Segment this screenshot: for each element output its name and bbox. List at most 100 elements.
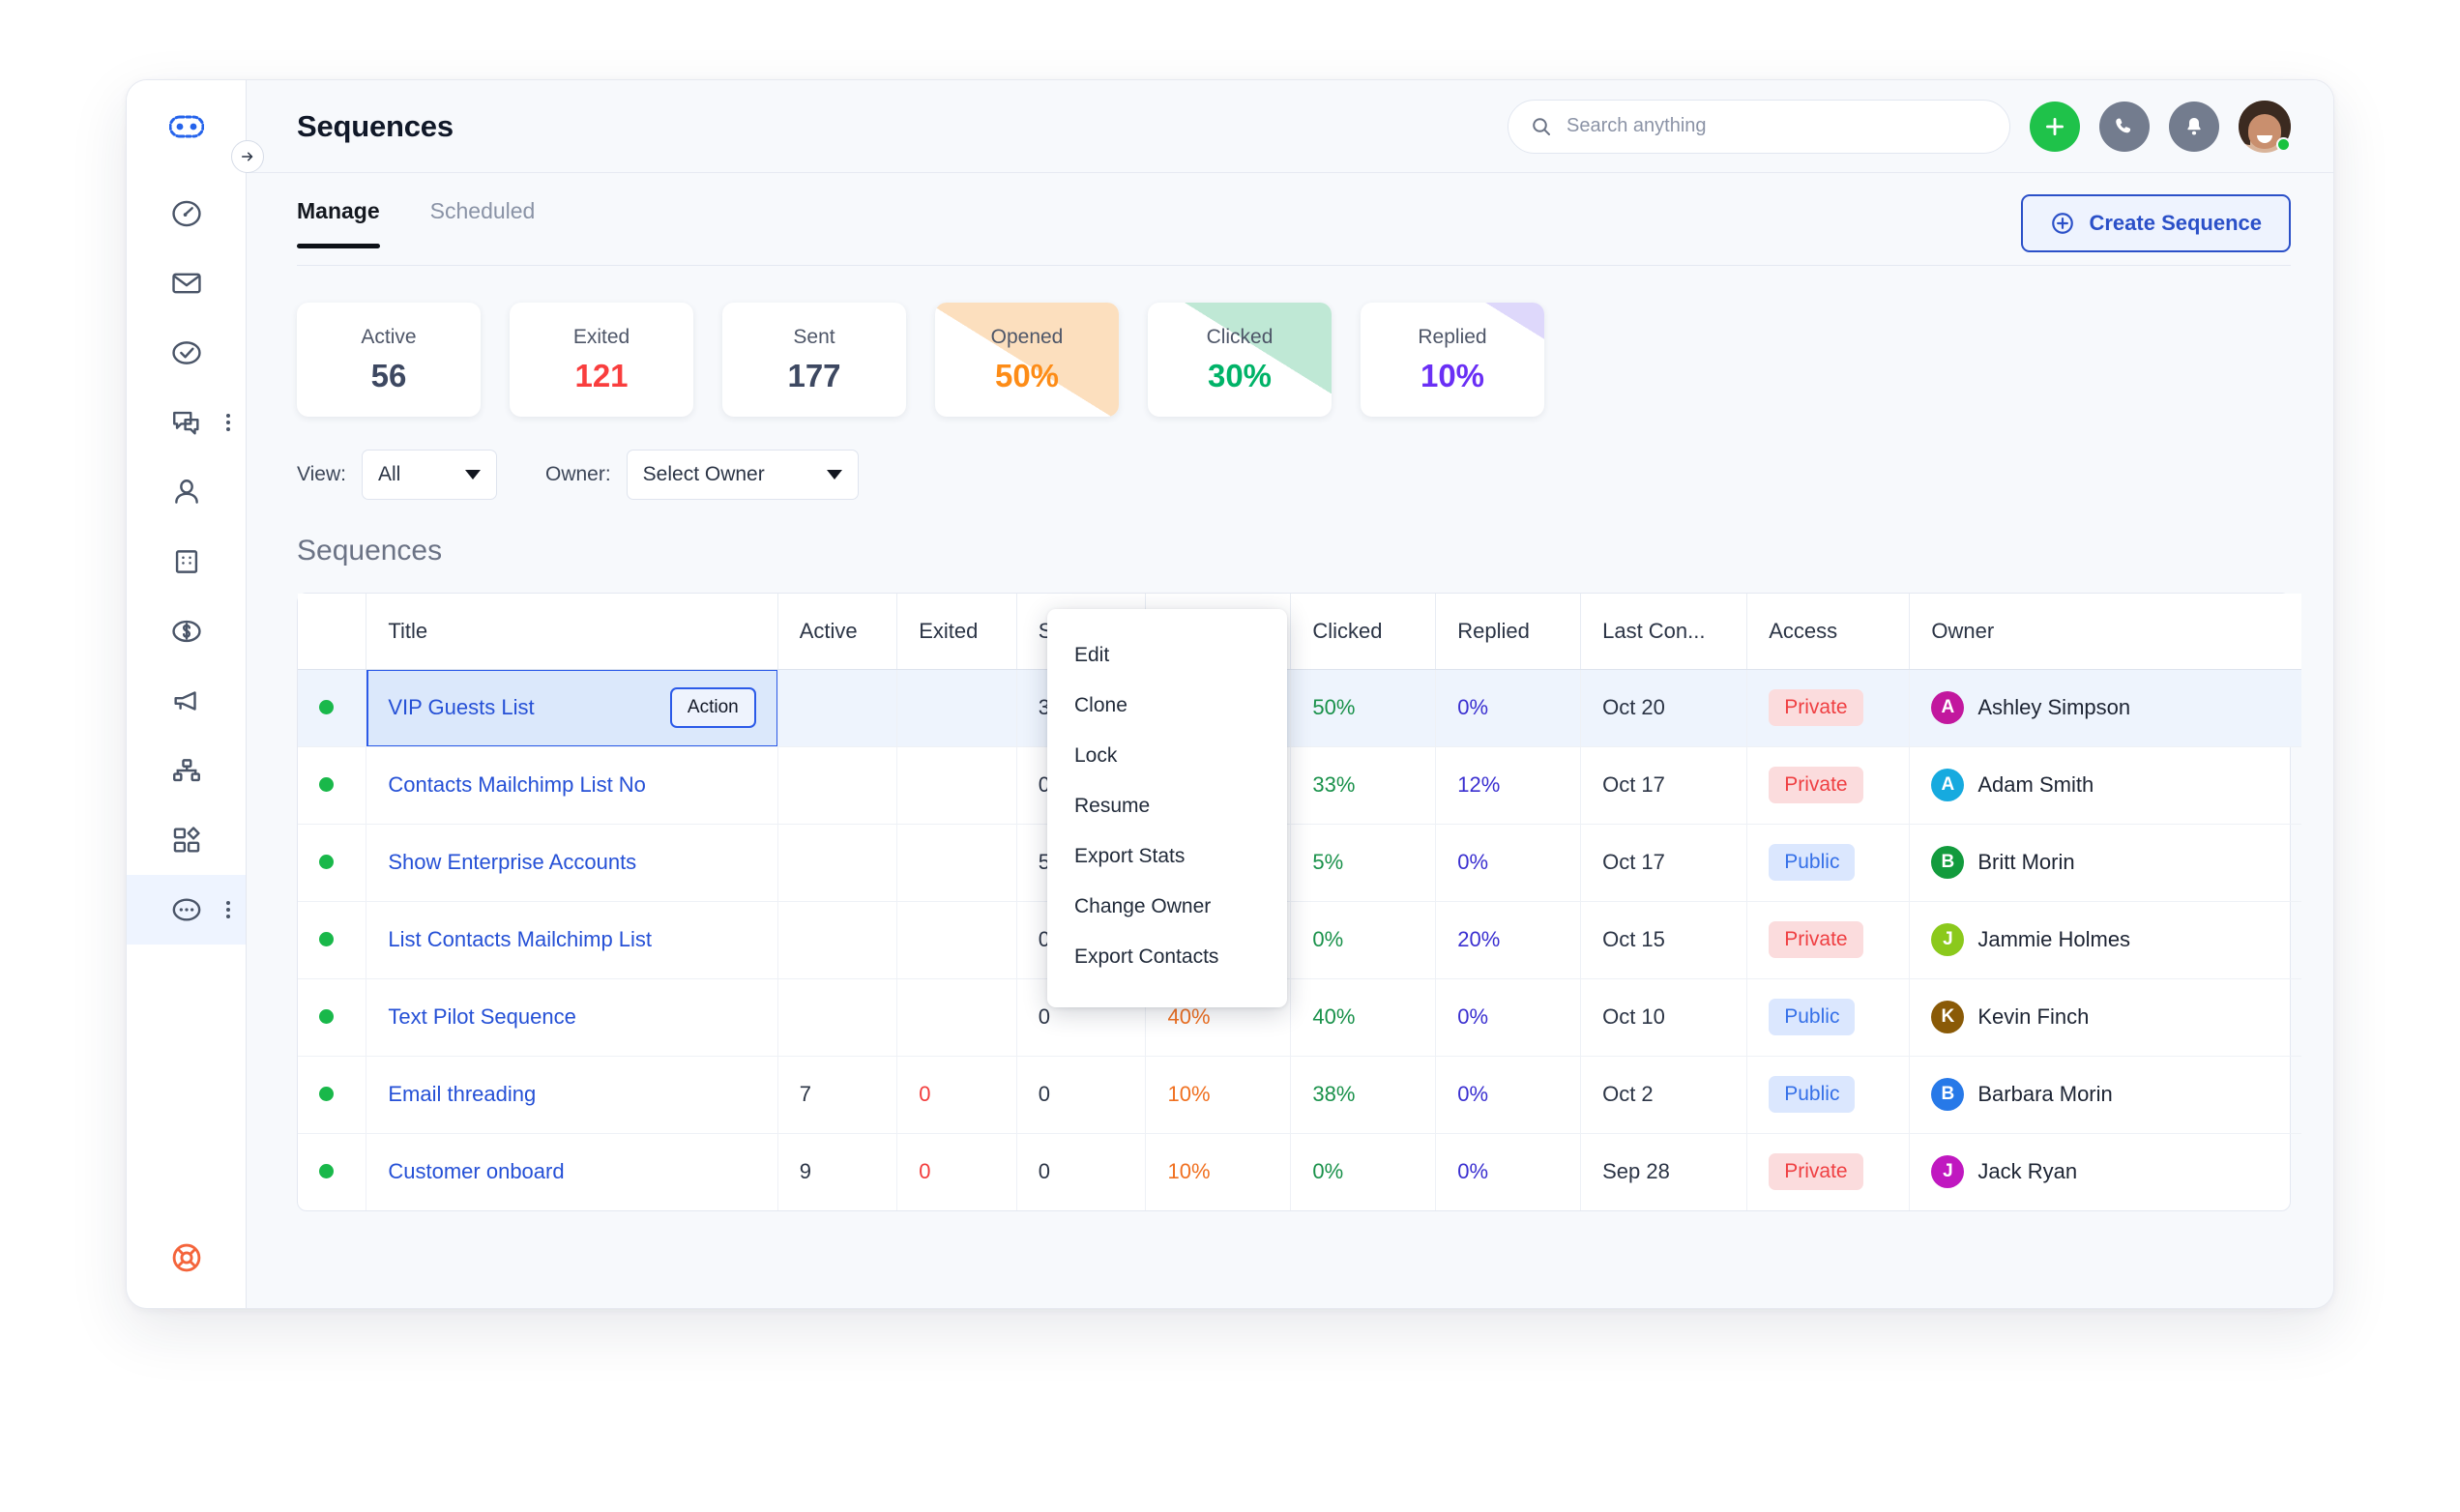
owner-avatar: A bbox=[1931, 691, 1965, 724]
row-replied: 20% bbox=[1435, 901, 1582, 979]
row-title-link[interactable]: Text Pilot Sequence bbox=[388, 1004, 575, 1029]
table-row[interactable]: VIP Guests List Action 3 50% 50% 0% Oct … bbox=[298, 669, 2301, 747]
menu-item-clone[interactable]: Clone bbox=[1047, 681, 1287, 731]
col-exited[interactable]: Exited bbox=[896, 594, 1017, 670]
add-button[interactable] bbox=[2030, 101, 2080, 152]
sidebar-item-mail[interactable] bbox=[127, 248, 246, 318]
table-row[interactable]: Customer onboard 9 0 0 10% 0% 0% Sep 28 … bbox=[298, 1133, 2301, 1210]
row-opened: 10% bbox=[1145, 1133, 1292, 1210]
row-opened: 10% bbox=[1145, 1056, 1292, 1134]
row-title-cell[interactable]: Email threading bbox=[366, 1056, 778, 1134]
sidebar-item-contacts[interactable] bbox=[127, 457, 246, 527]
table-row[interactable]: Show Enterprise Accounts 5 16% 5% 0% Oct… bbox=[298, 824, 2301, 902]
bell-icon bbox=[2182, 115, 2206, 138]
envelope-icon bbox=[170, 267, 203, 300]
row-title-link[interactable]: List Contacts Mailchimp List bbox=[388, 927, 652, 951]
sidebar-item-workflows[interactable] bbox=[127, 736, 246, 805]
status-badge: Private bbox=[1769, 689, 1863, 726]
tab-manage[interactable]: Manage bbox=[297, 198, 380, 248]
search-input[interactable] bbox=[1567, 115, 1988, 137]
sidebar-item-dashboard[interactable] bbox=[127, 179, 246, 248]
menu-item-resume[interactable]: Resume bbox=[1047, 781, 1287, 831]
conversations-more-icon[interactable] bbox=[226, 414, 230, 431]
menu-item-export-stats[interactable]: Export Stats bbox=[1047, 831, 1287, 882]
stat-card-active: Active 56 bbox=[297, 303, 481, 417]
sidebar-item-deals[interactable] bbox=[127, 596, 246, 666]
sidebar-item-apps[interactable] bbox=[127, 805, 246, 875]
row-title-cell[interactable]: Customer onboard bbox=[366, 1133, 778, 1210]
table-row[interactable]: List Contacts Mailchimp List 0 20% 0% 20… bbox=[298, 901, 2301, 979]
menu-item-export-contacts[interactable]: Export Contacts bbox=[1047, 932, 1287, 982]
table-row[interactable]: Contacts Mailchimp List No 0 18% 33% 12%… bbox=[298, 746, 2301, 825]
row-title-link[interactable]: Email threading bbox=[388, 1082, 536, 1106]
more-options-icon[interactable] bbox=[226, 901, 230, 918]
col-access[interactable]: Access bbox=[1746, 594, 1911, 670]
col-active[interactable]: Active bbox=[777, 594, 898, 670]
row-title-link[interactable]: Customer onboard bbox=[388, 1159, 564, 1183]
row-title-link[interactable]: Contacts Mailchimp List No bbox=[388, 772, 646, 797]
left-nav-rail bbox=[127, 80, 247, 1308]
phone-icon bbox=[2113, 115, 2136, 138]
row-exited bbox=[896, 746, 1017, 825]
sidebar-item-companies[interactable] bbox=[127, 527, 246, 596]
row-owner: B Barbara Morin bbox=[1909, 1056, 2301, 1134]
sidebar-item-campaigns[interactable] bbox=[127, 666, 246, 736]
content-area: Manage Scheduled Create Sequence Active … bbox=[247, 173, 2333, 1308]
help-button[interactable] bbox=[127, 1240, 246, 1275]
tab-scheduled[interactable]: Scheduled bbox=[430, 198, 536, 247]
create-sequence-label: Create Sequence bbox=[2089, 211, 2262, 235]
menu-item-change-owner[interactable]: Change Owner bbox=[1047, 882, 1287, 932]
row-title-cell[interactable]: Contacts Mailchimp List No bbox=[366, 746, 778, 825]
online-status-dot bbox=[2276, 136, 2291, 152]
row-clicked: 0% bbox=[1290, 901, 1437, 979]
row-clicked: 33% bbox=[1290, 746, 1437, 825]
row-title-cell[interactable]: Text Pilot Sequence bbox=[366, 978, 778, 1057]
col-status[interactable] bbox=[298, 594, 367, 670]
expand-sidebar-button[interactable] bbox=[231, 140, 264, 173]
row-title-link[interactable]: Show Enterprise Accounts bbox=[388, 850, 636, 874]
action-dropdown-menu[interactable]: Edit Clone Lock Resume Export Stats Chan… bbox=[1047, 609, 1287, 1007]
row-title-link[interactable]: VIP Guests List bbox=[388, 695, 534, 720]
view-label: View: bbox=[297, 463, 346, 485]
avatar[interactable] bbox=[2239, 100, 2291, 153]
row-access: Public bbox=[1746, 1056, 1911, 1134]
row-title-cell[interactable]: VIP Guests List Action bbox=[366, 669, 778, 747]
col-last-contacted[interactable]: Last Con... bbox=[1580, 594, 1748, 670]
owner-name: Kevin Finch bbox=[1977, 1004, 2090, 1029]
owner-select-value: Select Owner bbox=[642, 463, 765, 485]
table-row[interactable]: Email threading 7 0 0 10% 38% 0% Oct 2 P… bbox=[298, 1056, 2301, 1134]
stat-card-replied: Replied 10% bbox=[1361, 303, 1544, 417]
row-active bbox=[777, 978, 898, 1057]
owner-name: Adam Smith bbox=[1977, 772, 2094, 797]
row-exited bbox=[896, 669, 1017, 747]
rail-item-list bbox=[127, 173, 246, 945]
row-access: Private bbox=[1746, 669, 1911, 747]
col-replied[interactable]: Replied bbox=[1435, 594, 1582, 670]
create-sequence-button[interactable]: Create Sequence bbox=[2021, 194, 2291, 252]
row-owner: B Britt Morin bbox=[1909, 824, 2301, 902]
col-clicked[interactable]: Clicked bbox=[1290, 594, 1437, 670]
row-title-cell[interactable]: Show Enterprise Accounts bbox=[366, 824, 778, 902]
stat-card-opened: Opened 50% bbox=[935, 303, 1119, 417]
col-title[interactable]: Title bbox=[366, 594, 778, 670]
menu-item-lock[interactable]: Lock bbox=[1047, 731, 1287, 781]
chevron-down-icon bbox=[464, 470, 481, 480]
call-button[interactable] bbox=[2099, 101, 2150, 152]
notifications-button[interactable] bbox=[2169, 101, 2219, 152]
sidebar-item-more[interactable] bbox=[127, 875, 246, 945]
view-select[interactable]: All bbox=[361, 450, 497, 500]
owner-name: Britt Morin bbox=[1977, 850, 2075, 874]
owner-label: Owner: bbox=[544, 463, 611, 485]
search-box[interactable] bbox=[1508, 99, 2010, 154]
owner-select[interactable]: Select Owner bbox=[626, 450, 859, 500]
stat-value: 30% bbox=[1207, 357, 1273, 393]
row-title-cell[interactable]: List Contacts Mailchimp List bbox=[366, 901, 778, 979]
menu-item-edit[interactable]: Edit bbox=[1047, 630, 1287, 681]
sidebar-item-conversations[interactable] bbox=[127, 388, 246, 457]
table-row[interactable]: Text Pilot Sequence 0 40% 40% 0% Oct 10 … bbox=[298, 978, 2301, 1057]
row-action-button[interactable]: Action bbox=[669, 687, 756, 728]
col-owner[interactable]: Owner bbox=[1909, 594, 2301, 670]
stat-card-sent: Sent 177 bbox=[722, 303, 906, 417]
app-logo[interactable] bbox=[127, 80, 246, 173]
sidebar-item-tasks[interactable] bbox=[127, 318, 246, 388]
